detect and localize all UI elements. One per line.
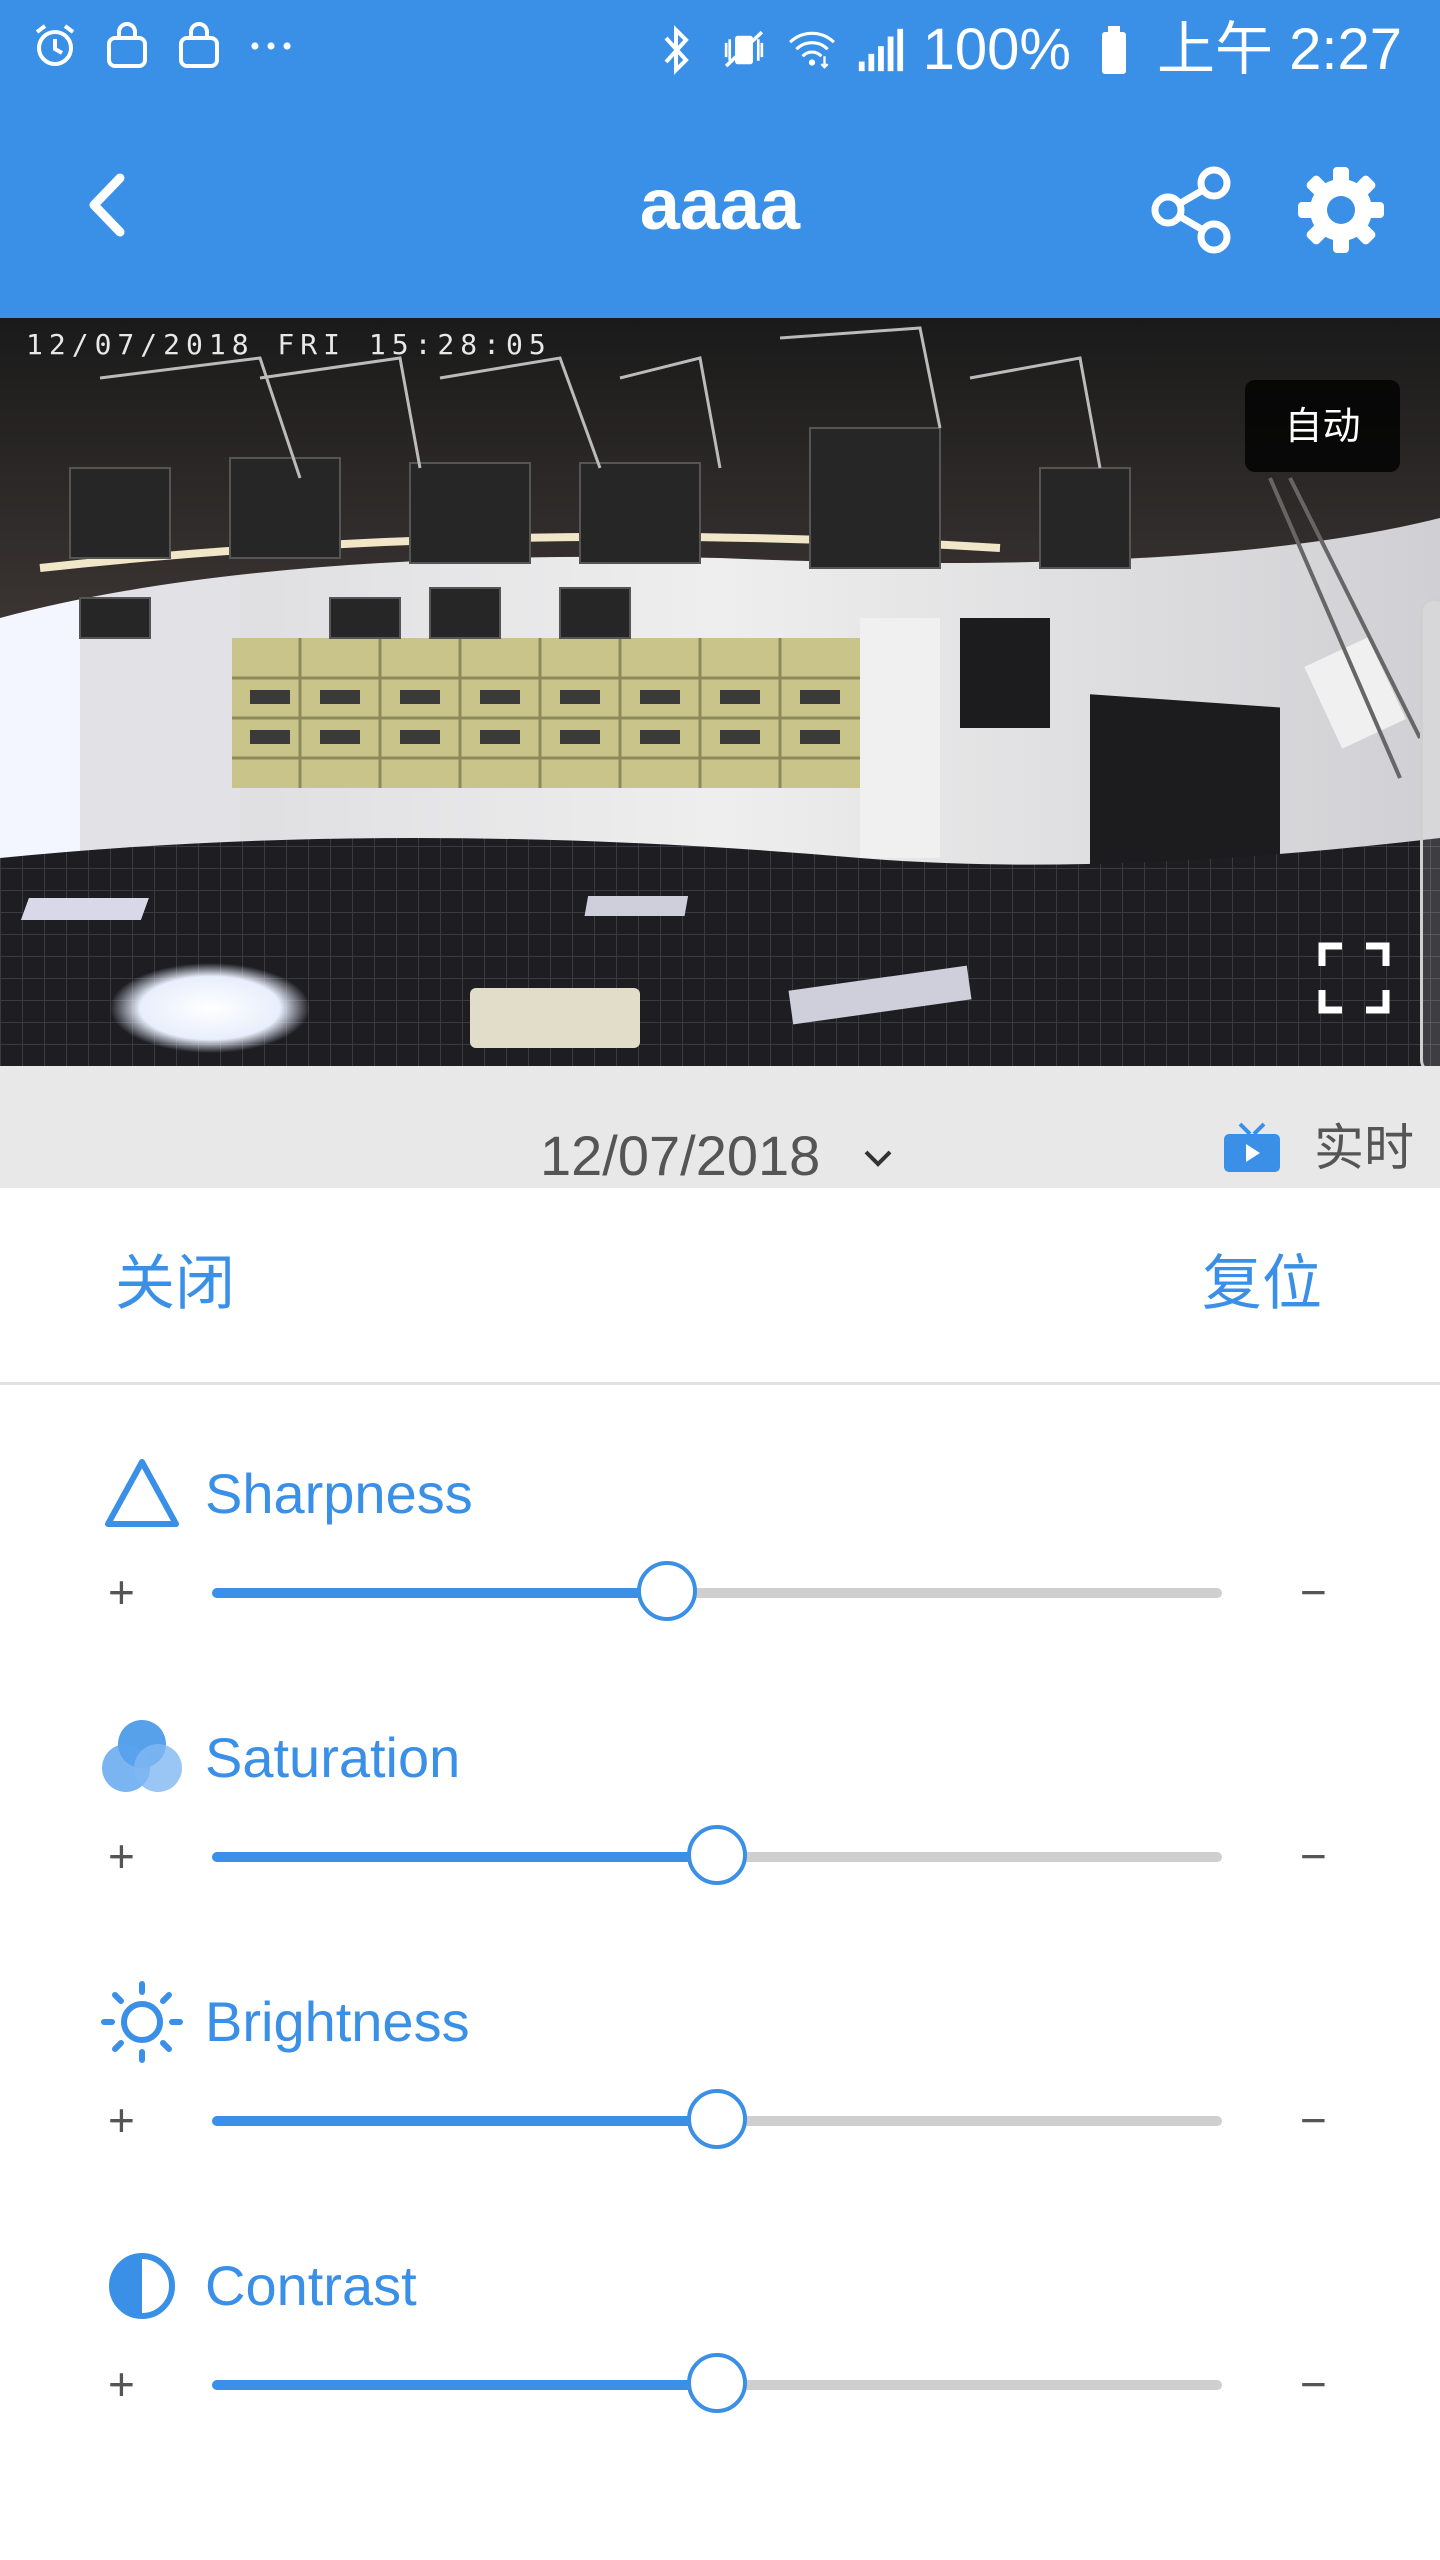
saturation-decrease-button[interactable]: −	[1300, 1826, 1327, 1886]
slider-thumb[interactable]	[687, 2089, 747, 2149]
brightness-label: Brightness	[205, 1990, 470, 2053]
color-circles-icon	[102, 1720, 182, 1792]
sun-icon	[101, 1981, 183, 2063]
triangle-icon	[105, 1459, 179, 1527]
saturation-slider[interactable]	[212, 1825, 1222, 1885]
action-row: 关闭 复位	[0, 1188, 1440, 1385]
contrast-increase-button[interactable]: +	[108, 2354, 135, 2414]
video-feed[interactable]: 12/07/2018 FRI 15:28:05 自动	[0, 318, 1440, 1066]
sharpness-label: Sharpness	[205, 1462, 473, 1525]
wifi-icon	[787, 22, 837, 78]
sharpness-setting: Sharpness + −	[0, 1452, 1440, 1716]
battery-percent: 100%	[922, 17, 1071, 82]
gear-icon	[1298, 167, 1384, 253]
alarm-icon	[30, 18, 80, 74]
contrast-setting: Contrast + −	[0, 2244, 1440, 2508]
fullscreen-icon	[1318, 942, 1390, 1014]
saturation-increase-button[interactable]: +	[108, 1826, 135, 1886]
saturation-label: Saturation	[205, 1726, 461, 1789]
brightness-setting: Brightness + −	[0, 1980, 1440, 2244]
slider-fill	[212, 1588, 667, 1598]
signal-icon	[855, 22, 905, 78]
sharpness-slider[interactable]	[212, 1561, 1222, 1621]
live-button[interactable]: 实时	[1314, 1118, 1414, 1178]
slider-thumb[interactable]	[687, 2353, 747, 2413]
camera-scene	[0, 318, 1440, 1066]
reset-button[interactable]: 复位	[1202, 1248, 1322, 1320]
bluetooth-icon	[651, 22, 701, 78]
tv-icon[interactable]	[1222, 1120, 1282, 1174]
sharpness-decrease-button[interactable]: −	[1300, 1562, 1327, 1622]
brightness-decrease-button[interactable]: −	[1300, 2090, 1327, 2150]
contrast-slider[interactable]	[212, 2353, 1222, 2413]
settings-button[interactable]	[1296, 165, 1386, 255]
app-bar: aaaa	[0, 100, 1440, 318]
more-dots-icon	[246, 18, 296, 74]
contrast-label: Contrast	[205, 2254, 417, 2317]
brightness-slider[interactable]	[212, 2089, 1222, 2149]
contrast-icon	[109, 2253, 175, 2319]
date-bar: 12/07/2018 实时	[0, 1066, 1440, 1188]
video-timestamp: 12/07/2018 FRI 15:28:05	[26, 328, 552, 361]
slider-thumb[interactable]	[687, 1825, 747, 1885]
brightness-increase-button[interactable]: +	[108, 2090, 135, 2150]
status-time: 上午 2:27	[1157, 17, 1402, 82]
slider-fill	[212, 1852, 717, 1862]
vibrate-mute-icon	[719, 22, 769, 78]
date-selector[interactable]: 12/07/2018	[540, 1124, 820, 1188]
battery-icon	[1089, 22, 1139, 78]
saturation-setting: Saturation + −	[0, 1716, 1440, 1980]
status-right-icons: 100% 上午 2:27	[651, 14, 1402, 86]
chevron-down-icon[interactable]	[860, 1140, 896, 1176]
sharpness-increase-button[interactable]: +	[108, 1562, 135, 1622]
status-bar: 100% 上午 2:27	[0, 0, 1440, 100]
edge-panel-handle[interactable]	[1420, 598, 1440, 1066]
contrast-decrease-button[interactable]: −	[1300, 2354, 1327, 2414]
close-button[interactable]: 关闭	[115, 1248, 235, 1320]
share-icon	[1151, 166, 1231, 254]
slider-fill	[212, 2116, 717, 2126]
status-left-icons	[30, 18, 296, 74]
share-button[interactable]	[1148, 165, 1238, 255]
shopping-bag-icon	[174, 18, 224, 74]
quality-auto-button[interactable]: 自动	[1245, 380, 1400, 472]
fullscreen-button[interactable]	[1318, 942, 1390, 1014]
shopping-bag-icon	[102, 18, 152, 74]
slider-fill	[212, 2380, 717, 2390]
slider-thumb[interactable]	[636, 1561, 697, 1621]
